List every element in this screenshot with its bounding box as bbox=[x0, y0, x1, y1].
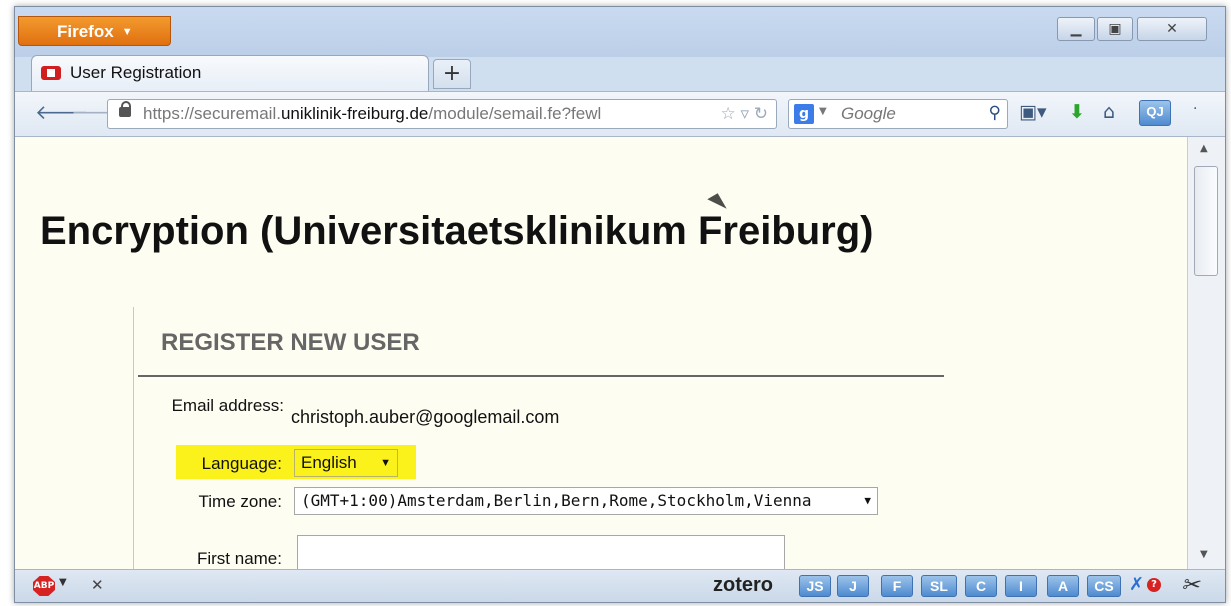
maximize-button[interactable]: ▣ bbox=[1097, 17, 1133, 41]
home-icon[interactable]: ⌂ bbox=[1103, 101, 1115, 123]
page-heading: Encryption (Universitaetsklinikum Freibu… bbox=[40, 209, 874, 253]
tab-title: User Registration bbox=[70, 63, 202, 82]
scrollbar-thumb[interactable] bbox=[1194, 166, 1218, 276]
lock-icon bbox=[119, 101, 131, 117]
addon-f-button[interactable]: F bbox=[881, 575, 913, 597]
search-placeholder: Google bbox=[841, 104, 896, 123]
page-content: Encryption (Universitaetsklinikum Freibu… bbox=[15, 137, 1187, 569]
firefox-menu-button[interactable]: Firefox ▼ bbox=[18, 16, 171, 46]
new-tab-button[interactable]: + bbox=[433, 59, 471, 89]
adblock-dropdown-icon[interactable]: ▼ bbox=[59, 577, 67, 588]
site-favicon-icon bbox=[41, 66, 61, 80]
title-bar: Firefox ▼ ▁ ▣ ✕ bbox=[15, 7, 1225, 57]
addon-j-button[interactable]: J bbox=[837, 575, 869, 597]
language-label: Language: bbox=[201, 454, 282, 473]
zotero-label[interactable]: zotero bbox=[713, 574, 773, 597]
addon-i-button[interactable]: I bbox=[1005, 575, 1037, 597]
chevron-down-icon: ▼ bbox=[121, 26, 133, 38]
vertical-scrollbar[interactable]: ▲ ▼ bbox=[1187, 137, 1225, 569]
close-addon-bar-icon[interactable]: ✕ bbox=[91, 576, 104, 594]
url-bar[interactable]: https://securemail.uniklinik-freiburg.de… bbox=[107, 99, 777, 129]
addon-c-button[interactable]: C bbox=[965, 575, 997, 597]
history-dropdown-icon[interactable]: ▿ bbox=[740, 104, 749, 123]
browser-window: Firefox ▼ ▁ ▣ ✕ User Registration + 🡐 🡒 h… bbox=[14, 6, 1226, 603]
url-path: /module/semail.fe?fewl bbox=[428, 104, 602, 123]
scroll-down-icon[interactable]: ▼ bbox=[1200, 549, 1208, 560]
firstname-input[interactable] bbox=[297, 535, 785, 569]
url-prefix: https://securemail. bbox=[143, 104, 281, 123]
tab-user-registration[interactable]: User Registration bbox=[31, 55, 429, 91]
scroll-up-icon[interactable]: ▲ bbox=[1200, 143, 1208, 154]
panel-title: REGISTER NEW USER bbox=[161, 329, 420, 356]
timezone-label: Time zone: bbox=[198, 492, 282, 511]
addon-js-button[interactable]: JS bbox=[799, 575, 831, 597]
adblock-icon[interactable]: ABP bbox=[33, 576, 55, 596]
email-value: christoph.auber@googlemail.com bbox=[291, 407, 560, 427]
close-window-button[interactable]: ✕ bbox=[1137, 17, 1207, 41]
bookmarks-menu-icon[interactable]: ▣▾ bbox=[1019, 101, 1047, 123]
language-select-value: English bbox=[301, 453, 357, 472]
url-text: https://securemail.uniklinik-freiburg.de… bbox=[143, 100, 601, 128]
download-arrow-icon[interactable]: ⬇ bbox=[1069, 101, 1085, 123]
addon-x-icon[interactable]: ✗ bbox=[1129, 574, 1144, 595]
firefox-menu-label: Firefox bbox=[57, 22, 114, 41]
bookmark-star-icon[interactable]: ☆ bbox=[720, 104, 735, 123]
overflow-chevron-icon[interactable]: · bbox=[1193, 101, 1197, 117]
panel-divider bbox=[138, 375, 944, 377]
url-bar-icons: ☆ ▿ ↻ bbox=[720, 100, 768, 128]
addon-cs-button[interactable]: CS bbox=[1087, 575, 1121, 597]
chevron-down-icon: ▼ bbox=[864, 494, 871, 507]
timezone-select[interactable]: (GMT+1:00)Amsterdam,Berlin,Bern,Rome,Sto… bbox=[294, 487, 878, 515]
help-badge-icon[interactable]: ? bbox=[1147, 578, 1161, 592]
registration-panel: REGISTER NEW USER Email address: christo… bbox=[133, 307, 964, 569]
email-label: Email address: bbox=[171, 396, 284, 415]
minimize-button[interactable]: ▁ bbox=[1057, 17, 1095, 41]
qj-button[interactable]: QJ bbox=[1139, 100, 1171, 126]
engine-dropdown-icon[interactable]: ▼ bbox=[819, 106, 827, 117]
navigation-toolbar: 🡐 🡒 https://securemail.uniklinik-freibur… bbox=[15, 91, 1225, 137]
search-box[interactable]: g ▼ Google ⚲ bbox=[788, 99, 1008, 129]
google-engine-icon[interactable]: g bbox=[794, 104, 814, 124]
addon-a-button[interactable]: A bbox=[1047, 575, 1079, 597]
search-magnifier-icon[interactable]: ⚲ bbox=[989, 103, 1001, 123]
reload-icon[interactable]: ↻ bbox=[754, 104, 768, 123]
url-domain: uniklinik-freiburg.de bbox=[280, 104, 429, 123]
addon-sl-button[interactable]: SL bbox=[921, 575, 957, 597]
firstname-label: First name: bbox=[196, 549, 282, 568]
language-select[interactable]: English ▼ bbox=[294, 449, 398, 477]
timezone-select-value: (GMT+1:00)Amsterdam,Berlin,Bern,Rome,Sto… bbox=[301, 491, 812, 510]
status-bar: ABP ▼ ✕ zotero JS J F SL C I A CS ✗ ? ✂ bbox=[15, 569, 1225, 602]
scissors-icon[interactable]: ✂ bbox=[1181, 572, 1199, 598]
chevron-down-icon: ▼ bbox=[380, 457, 391, 469]
